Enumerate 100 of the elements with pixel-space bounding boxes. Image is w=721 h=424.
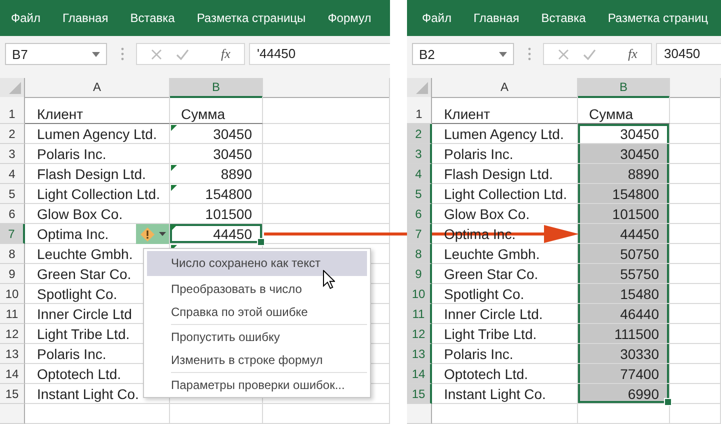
table-cell: 30450 — [213, 146, 252, 162]
fill-handle[interactable] — [257, 238, 265, 246]
table-cell: Instant Light Co. — [444, 386, 546, 402]
table-cell: 44450 — [620, 226, 659, 242]
table-cell: Leuchte Gmbh. — [444, 246, 540, 262]
table-cell: 111500 — [614, 326, 659, 342]
row-header[interactable]: 7 — [407, 224, 432, 244]
column-header[interactable]: B — [170, 78, 263, 98]
cancel-icon[interactable] — [558, 48, 569, 60]
menu-item[interactable]: Параметры проверки ошибок... — [147, 374, 367, 397]
ribbon-tab[interactable]: Вставка — [119, 11, 186, 25]
row-header[interactable]: 6 — [0, 204, 25, 224]
row-header[interactable]: 13 — [0, 344, 25, 364]
row-header[interactable]: 10 — [407, 284, 432, 304]
row-header[interactable]: 2 — [407, 124, 432, 144]
check-icon[interactable] — [583, 48, 596, 60]
row-header[interactable]: 10 — [0, 284, 25, 304]
row-header[interactable]: 7 — [0, 224, 25, 244]
insert-function-button[interactable]: fx — [221, 46, 230, 62]
dropdown-caret-icon[interactable] — [499, 52, 507, 56]
table-cell: Flash Design Ltd. — [37, 166, 146, 182]
table-cell: 15480 — [620, 286, 659, 302]
row-header[interactable]: 11 — [0, 304, 25, 324]
insert-function-button[interactable]: fx — [628, 46, 638, 62]
row-header[interactable]: 4 — [0, 164, 25, 184]
error-options-button[interactable] — [136, 224, 169, 244]
cancel-icon[interactable] — [151, 48, 162, 60]
select-all-corner[interactable] — [0, 78, 25, 98]
row-header[interactable]: 3 — [0, 144, 25, 164]
row-header[interactable]: 8 — [0, 244, 25, 264]
ribbon-tab[interactable]: Разметка страницы — [186, 11, 317, 25]
ribbon-tab[interactable]: Главная — [462, 11, 530, 25]
table-cell: Spotlight Co. — [444, 286, 524, 302]
menu-item[interactable]: Справка по этой ошибке — [147, 301, 367, 324]
row-header[interactable]: 9 — [0, 264, 25, 284]
column-header[interactable] — [670, 78, 721, 98]
table-cell: 55750 — [620, 266, 659, 282]
name-box[interactable]: B7 — [5, 43, 107, 65]
menu-item[interactable]: Пропустить ошибку — [147, 326, 367, 349]
column-header[interactable]: B — [578, 78, 670, 98]
row-header[interactable]: 14 — [0, 364, 25, 384]
ribbon-tab[interactable]: Главная — [52, 11, 120, 25]
formula-input[interactable]: '44450 — [249, 43, 390, 65]
name-box[interactable]: B2 — [412, 43, 514, 65]
menu-item[interactable]: Изменить в строке формул — [147, 349, 367, 372]
table-cell — [670, 404, 721, 424]
ribbon-tab[interactable]: Вставка — [530, 11, 597, 25]
table-cell: Light Tribe Ltd. — [444, 326, 537, 342]
row-header[interactable]: 12 — [407, 324, 432, 344]
row-header[interactable]: 11 — [407, 304, 432, 324]
ribbon-tab[interactable]: Формул — [316, 11, 382, 25]
fill-handle[interactable] — [664, 398, 672, 406]
check-icon[interactable] — [176, 48, 189, 60]
menu-item[interactable]: Число сохранено как текст — [147, 251, 367, 276]
table-cell: Lumen Agency Ltd. — [444, 126, 564, 142]
ribbon-tab[interactable]: Файл — [0, 11, 52, 25]
table-cell: Сумма — [181, 106, 225, 122]
menu-item[interactable]: Преобразовать в число — [147, 278, 367, 301]
row-header[interactable]: 15 — [407, 384, 432, 404]
row-header[interactable]: 5 — [407, 184, 432, 204]
dropdown-caret-icon[interactable] — [92, 52, 100, 56]
table-cell: Inner Circle Ltd. — [444, 306, 543, 322]
row-header[interactable]: 6 — [407, 204, 432, 224]
table-cell: Optima Inc. — [37, 226, 109, 242]
warning-icon — [140, 226, 154, 242]
column-header[interactable]: A — [25, 78, 170, 98]
row-header[interactable]: 9 — [407, 264, 432, 284]
table-cell: 30450 — [620, 146, 659, 162]
column-header[interactable] — [263, 78, 390, 98]
triangle-icon — [9, 82, 21, 94]
row-header[interactable] — [0, 404, 25, 424]
grip-icon — [121, 47, 124, 61]
table-cell: 6990 — [628, 386, 659, 402]
table-cell: Flash Design Ltd. — [444, 166, 553, 182]
row-header[interactable] — [407, 404, 432, 424]
mouse-cursor-icon — [323, 270, 335, 289]
select-all-corner[interactable] — [407, 78, 432, 98]
row-header[interactable]: 13 — [407, 344, 432, 364]
table-cell: 30450 — [620, 126, 659, 142]
row-header[interactable]: 4 — [407, 164, 432, 184]
row-header[interactable]: 5 — [0, 184, 25, 204]
formula-input[interactable]: 30450 — [656, 43, 721, 65]
column-header[interactable]: A — [432, 78, 578, 98]
table-cell: Сумма — [589, 106, 633, 122]
row-header[interactable]: 1 — [0, 97, 25, 124]
table-cell: Optotech Ltd. — [444, 366, 528, 382]
caret-icon — [158, 232, 166, 236]
table-cell: 77400 — [620, 366, 659, 382]
row-header[interactable]: 3 — [407, 144, 432, 164]
row-header[interactable]: 2 — [0, 124, 25, 144]
ribbon-tab[interactable]: Разметка страниц — [596, 11, 720, 25]
row-header[interactable]: 14 — [407, 364, 432, 384]
row-header[interactable]: 1 — [407, 97, 432, 124]
table-cell: 101500 — [612, 206, 659, 222]
row-header[interactable]: 8 — [407, 244, 432, 264]
row-header[interactable]: 15 — [0, 384, 25, 404]
table-cell: Light Collection Ltd. — [444, 186, 567, 202]
ribbon-tab[interactable]: Файл — [411, 11, 463, 25]
table-cell: Green Star Co. — [444, 266, 538, 282]
row-header[interactable]: 12 — [0, 324, 25, 344]
